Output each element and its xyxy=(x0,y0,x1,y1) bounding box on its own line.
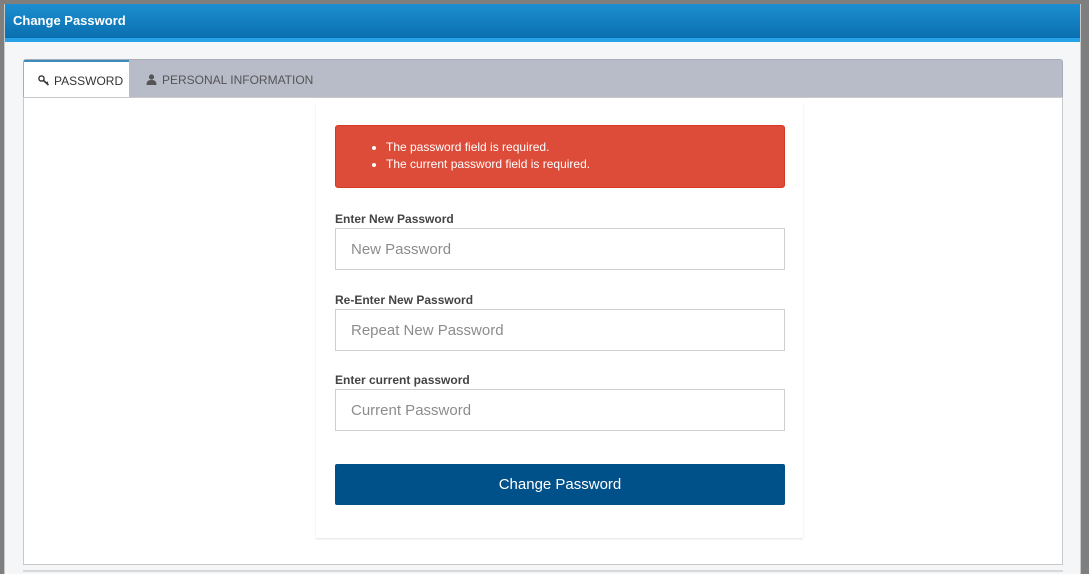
new-password-label: Enter New Password xyxy=(335,212,454,226)
key-icon xyxy=(38,63,50,86)
new-password-input[interactable] xyxy=(335,228,785,270)
error-list: The password field is required. The curr… xyxy=(372,139,590,173)
change-password-button[interactable]: Change Password xyxy=(335,464,785,505)
current-password-label: Enter current password xyxy=(335,373,470,387)
divider xyxy=(23,570,1063,572)
change-password-window: Change Password PASSWORD PERSONAL INFORM… xyxy=(4,4,1081,574)
tab-personal-information-label: PERSONAL INFORMATION xyxy=(162,73,314,87)
tab-container: PASSWORD PERSONAL INFORMATION The passwo… xyxy=(23,59,1063,565)
repeat-password-label: Re-Enter New Password xyxy=(335,293,474,307)
error-alert: The password field is required. The curr… xyxy=(335,125,785,188)
current-password-input[interactable] xyxy=(335,389,785,431)
repeat-password-input[interactable] xyxy=(335,309,785,351)
tab-bar: PASSWORD PERSONAL INFORMATION xyxy=(23,59,1063,98)
password-tab-panel: The password field is required. The curr… xyxy=(23,97,1063,565)
error-item: The current password field is required. xyxy=(372,156,590,173)
tab-password-label: PASSWORD xyxy=(54,74,124,88)
error-item: The password field is required. xyxy=(372,139,590,156)
tab-password[interactable]: PASSWORD xyxy=(24,60,129,98)
window-title: Change Password xyxy=(5,4,1080,42)
password-form-card: The password field is required. The curr… xyxy=(316,103,803,538)
tab-personal-information[interactable]: PERSONAL INFORMATION xyxy=(132,60,327,98)
user-icon xyxy=(146,61,158,85)
